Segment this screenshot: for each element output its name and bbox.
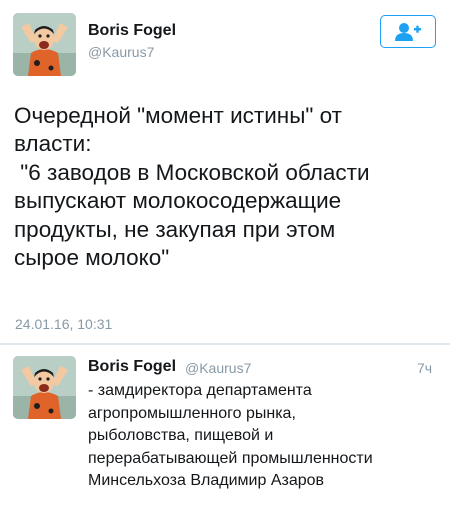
author-handle[interactable]: @Kaurus7 — [185, 360, 251, 376]
author-handle[interactable]: @Kaurus7 — [88, 44, 154, 60]
add-user-icon — [395, 22, 421, 41]
divider — [0, 343, 450, 345]
tweet-time[interactable]: 7ч — [417, 360, 432, 376]
author-name[interactable]: Boris Fogel — [88, 358, 176, 376]
avatar[interactable] — [13, 13, 76, 76]
cartoon-avatar-icon — [13, 13, 76, 76]
tweet-timestamp[interactable]: 24.01.16, 10:31 — [15, 316, 112, 332]
main-tweet: Boris Fogel @Kaurus7 Очередной "момент и… — [0, 0, 450, 345]
reply-text: - замдиректора департамента агропромышле… — [88, 382, 373, 489]
follow-button[interactable] — [380, 15, 436, 48]
avatar[interactable] — [13, 356, 76, 419]
author-name[interactable]: Boris Fogel — [88, 22, 176, 40]
cartoon-avatar-icon — [13, 356, 76, 419]
tweet-text: Очередной "момент истины" от власти: "6 … — [14, 103, 370, 271]
